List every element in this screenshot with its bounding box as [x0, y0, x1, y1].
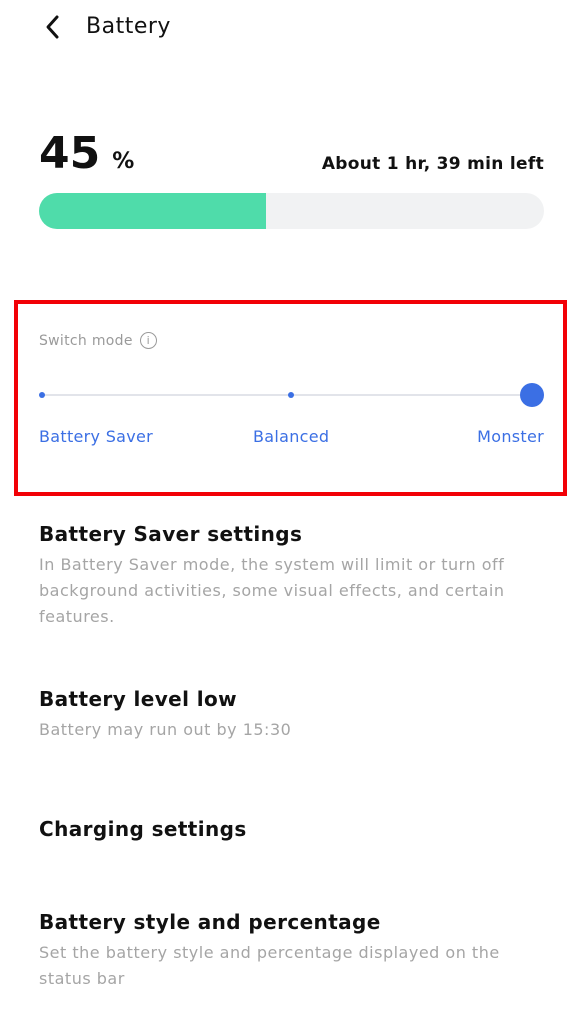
setting-battery-level-low[interactable]: Battery level low Battery may run out by… — [39, 687, 549, 743]
setting-battery-style[interactable]: Battery style and percentage Set the bat… — [39, 910, 549, 992]
page-title: Battery — [86, 14, 171, 39]
mode-option-monster[interactable]: Monster — [477, 427, 544, 446]
mode-stop-battery-saver[interactable] — [39, 392, 45, 398]
switch-mode-highlight-box — [14, 300, 567, 496]
header-bar: Battery — [0, 0, 583, 60]
setting-title: Battery level low — [39, 687, 238, 711]
battery-percent-sign: % — [112, 149, 135, 174]
mode-slider[interactable] — [39, 383, 544, 407]
battery-percent-value: 45 — [39, 128, 101, 179]
battery-level-bar — [39, 193, 544, 229]
switch-mode-label: Switch mode i — [39, 332, 157, 349]
time-remaining: About 1 hr, 39 min left — [321, 154, 544, 174]
setting-description: Battery may run out by 15:30 — [39, 720, 292, 739]
setting-title: Charging settings — [39, 817, 247, 841]
setting-title: Battery style and percentage — [39, 910, 381, 934]
mode-slider-thumb[interactable] — [520, 383, 544, 407]
mode-stop-balanced[interactable] — [288, 392, 294, 398]
setting-battery-saver[interactable]: Battery Saver settings In Battery Saver … — [39, 522, 549, 630]
setting-title: Battery Saver settings — [39, 522, 303, 546]
switch-mode-text: Switch mode — [39, 332, 133, 349]
battery-percentage: 45 % — [39, 128, 135, 179]
mode-option-balanced[interactable]: Balanced — [253, 427, 329, 446]
setting-charging[interactable]: Charging settings — [39, 817, 549, 841]
info-icon[interactable]: i — [139, 332, 157, 349]
mode-option-battery-saver[interactable]: Battery Saver — [39, 427, 153, 446]
back-button[interactable] — [36, 10, 70, 44]
chevron-left-icon — [46, 15, 59, 39]
battery-level-fill — [39, 193, 267, 229]
setting-description: Set the battery style and percentage dis… — [39, 943, 500, 988]
setting-description: In Battery Saver mode, the system will l… — [39, 555, 505, 626]
